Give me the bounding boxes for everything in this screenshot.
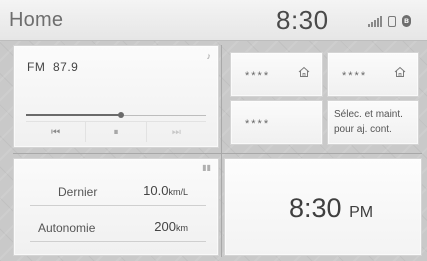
progress-knob (118, 112, 125, 118)
preset-button-1[interactable]: **** (230, 52, 323, 97)
seek-forward-icon: ⏭ (171, 126, 181, 138)
radio-frequency: 87.9 (53, 60, 79, 74)
range-unit: km (176, 223, 188, 233)
radio-controls: ⏮ ⏸ ⏭ (26, 121, 206, 142)
seek-back-icon: ⏮ (51, 126, 61, 138)
radio-tile[interactable]: FM 87.9 ♪ ⏮ ⏸ ⏭ (13, 45, 219, 148)
preset-label: **** (245, 118, 271, 130)
last-economy-unit: km/L (168, 187, 188, 197)
seek-forward-button[interactable]: ⏭ (147, 122, 206, 142)
last-economy-row: Dernier 10.0km/L (30, 175, 206, 206)
header-bar: Home 8:30 ʙ (0, 0, 427, 41)
preset-button-2[interactable]: **** (327, 52, 419, 97)
divider-vertical (221, 45, 222, 257)
pause-button[interactable]: ⏸ (86, 122, 147, 142)
last-economy-number: 10.0 (143, 183, 169, 198)
preset-label: **** (342, 70, 368, 82)
preset-label: **** (245, 70, 271, 82)
radio-band: FM (27, 60, 46, 74)
home-screen: Home 8:30 ʙ FM 87.9 ♪ ⏮ ⏸ ⏭ **** **** **… (0, 0, 427, 261)
range-number: 200 (154, 219, 176, 234)
radio-progress-bar (26, 112, 206, 118)
status-icons: ʙ (368, 13, 411, 27)
clock-tile[interactable]: 8:30 PM (224, 158, 422, 256)
preset-add-contact-button[interactable]: Sélec. et maint. pour aj. cont. (327, 100, 419, 145)
clock-time: 8:30 PM (289, 193, 373, 224)
preset-button-3[interactable]: **** (230, 100, 323, 145)
home-icon (298, 66, 310, 77)
fuel-economy-tile[interactable]: ▮▮ Dernier 10.0km/L Autonomie 200km (13, 158, 219, 256)
range-value: 200km (154, 219, 188, 234)
range-label: Autonomie (38, 221, 96, 235)
phone-icon (388, 16, 396, 27)
signal-strength-icon (368, 16, 382, 27)
radio-station: FM 87.9 (27, 60, 78, 74)
preset-hint-line-2: pour aj. cont. (334, 124, 392, 135)
divider-horizontal (13, 153, 422, 154)
home-icon (394, 66, 406, 77)
bluetooth-icon: ʙ (402, 15, 411, 27)
range-row: Autonomie 200km (30, 211, 206, 242)
clock-ampm: PM (349, 204, 374, 221)
last-economy-label: Dernier (58, 185, 98, 199)
progress-fill (26, 114, 122, 116)
clock-time-value: 8:30 (289, 193, 342, 223)
preset-hint: Sélec. et maint. pour aj. cont. (334, 107, 403, 137)
last-economy-value: 10.0km/L (143, 183, 188, 198)
page-title: Home (9, 9, 64, 31)
bar-chart-icon: ▮▮ (202, 163, 211, 172)
music-note-icon: ♪ (206, 51, 212, 61)
header-clock: 8:30 (276, 5, 329, 35)
preset-hint-line-1: Sélec. et maint. (334, 109, 403, 120)
pause-icon: ⏸ (113, 126, 119, 138)
seek-back-button[interactable]: ⏮ (26, 122, 87, 142)
